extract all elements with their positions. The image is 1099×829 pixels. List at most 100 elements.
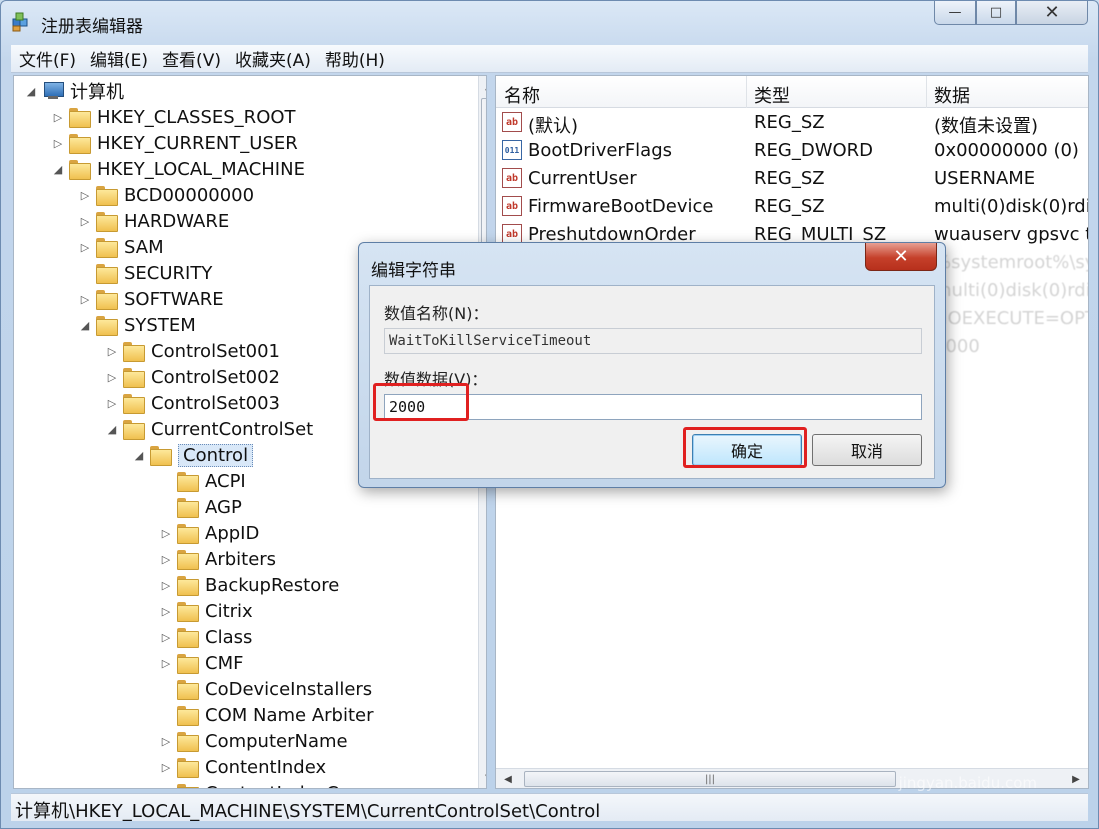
collapsed-arrow-icon[interactable]: ▷	[105, 397, 119, 410]
tree-node[interactable]: ▷ AppID	[159, 520, 259, 546]
list-item[interactable]: ab CurrentUser REG_SZ USERNAME	[496, 164, 1088, 192]
value-data: USERNAME	[934, 168, 1036, 189]
folder-icon	[96, 212, 118, 232]
computer-icon	[42, 82, 64, 100]
dialog-close-button[interactable]: ✕	[865, 243, 937, 271]
value-data: multi(0)disk(0)rdis	[934, 280, 1089, 301]
tree-node[interactable]: ▷ SOFTWARE	[78, 286, 224, 312]
tree-node[interactable]: ▷ ControlSet001	[105, 338, 280, 364]
folder-icon	[177, 524, 199, 544]
tree-node[interactable]: ▷ BackupRestore	[159, 572, 339, 598]
tree-node[interactable]: ▷ Class	[159, 624, 252, 650]
tree-node-label: COM Name Arbiter	[205, 704, 374, 726]
tree-node[interactable]: ◢ 计算机	[24, 78, 124, 104]
collapsed-arrow-icon[interactable]: ▷	[78, 293, 92, 306]
menu-edit[interactable]: 编辑(E)	[90, 46, 148, 71]
tree-node[interactable]: CoDeviceInstallers	[159, 676, 372, 702]
tree-node-label: ControlSet002	[151, 366, 280, 388]
expanded-arrow-icon[interactable]: ◢	[51, 163, 65, 176]
tree-node[interactable]: ▷ CMF	[159, 650, 243, 676]
menu-file[interactable]: 文件(F)	[19, 46, 76, 71]
tree-node[interactable]: SECURITY	[78, 260, 212, 286]
collapsed-arrow-icon[interactable]: ▷	[159, 761, 173, 774]
tree-node[interactable]: ◢ HKEY_LOCAL_MACHINE	[51, 156, 305, 182]
list-item[interactable]: ab (默认) REG_SZ (数值未设置)	[496, 108, 1088, 137]
collapsed-arrow-icon[interactable]: ▷	[159, 553, 173, 566]
list-item[interactable]: 011 BootDriverFlags REG_DWORD 0x00000000 (0…	[496, 136, 1088, 164]
tree-node[interactable]: ◢ Control	[132, 442, 254, 468]
folder-icon	[177, 706, 199, 726]
column-data[interactable]: 数据	[934, 82, 970, 108]
tree-node[interactable]: ◢ CurrentControlSet	[105, 416, 313, 442]
watermark-logo: Bai 经验	[853, 723, 1041, 774]
expanded-arrow-icon[interactable]: ◢	[78, 319, 92, 332]
value-data: NOEXECUTE=OPT	[934, 308, 1089, 329]
value-name: CurrentUser	[528, 168, 637, 189]
expanded-arrow-icon[interactable]: ◢	[24, 85, 38, 98]
expanded-arrow-icon[interactable]: ◢	[105, 423, 119, 436]
collapsed-arrow-icon[interactable]: ▷	[51, 111, 65, 124]
menu-favorites[interactable]: 收藏夹(A)	[235, 46, 311, 71]
tree-node[interactable]: ▷ ControlSet002	[105, 364, 280, 390]
collapsed-arrow-icon[interactable]: ▷	[159, 527, 173, 540]
column-type[interactable]: 类型	[754, 82, 790, 108]
tree-node[interactable]: ▷ HARDWARE	[78, 208, 229, 234]
tree-node[interactable]: ▷ Citrix	[159, 598, 253, 624]
tree-node-label: AGP	[205, 496, 242, 518]
value-name-field: WaitToKillServiceTimeout	[384, 328, 922, 354]
tree-node-label: ComputerName	[205, 730, 348, 752]
expanded-arrow-icon[interactable]: ◢	[132, 449, 146, 462]
collapsed-arrow-icon[interactable]: ▷	[159, 605, 173, 618]
folder-icon	[96, 316, 118, 336]
minimize-button[interactable]: —	[934, 1, 976, 25]
tree-node[interactable]: ▷ ComputerName	[159, 728, 348, 754]
maximize-button[interactable]: □	[976, 1, 1016, 25]
collapsed-arrow-icon[interactable]: ▷	[159, 631, 173, 644]
collapsed-arrow-icon[interactable]: ▷	[78, 189, 92, 202]
folder-icon	[177, 472, 199, 492]
column-name[interactable]: 名称	[504, 82, 540, 108]
tree-node[interactable]: ACPI	[159, 468, 246, 494]
tree-node-label: ACPI	[205, 470, 246, 492]
tree-node[interactable]: COM Name Arbiter	[159, 702, 374, 728]
tree-node[interactable]: ◢ SYSTEM	[78, 312, 196, 338]
collapsed-arrow-icon[interactable]: ▷	[159, 579, 173, 592]
collapsed-arrow-icon[interactable]: ▷	[51, 137, 65, 150]
tree-node-label: CurrentControlSet	[151, 418, 314, 440]
folder-icon	[177, 576, 199, 596]
tree-node[interactable]: ▷ Arbiters	[159, 546, 276, 572]
tree-node-label: SECURITY	[124, 262, 213, 284]
tree-node[interactable]: ▷ BCD00000000	[78, 182, 254, 208]
tree-node[interactable]: ▷ HKEY_CURRENT_USER	[51, 130, 298, 156]
tree-node-label: SYSTEM	[124, 314, 196, 336]
scroll-right-arrow-icon[interactable]: ▶	[1066, 769, 1086, 788]
tree-node-label: CoDeviceInstallers	[205, 678, 373, 700]
tree-node-label: BackupRestore	[205, 574, 340, 596]
scroll-left-arrow-icon[interactable]: ◀	[498, 769, 518, 788]
list-item[interactable]: ab FirmwareBootDevice REG_SZ multi(0)disk(0…	[496, 192, 1088, 220]
collapsed-arrow-icon[interactable]: ▷	[105, 345, 119, 358]
tree-node[interactable]: AGP	[159, 494, 242, 520]
tree-node[interactable]: ContentIndexC	[159, 780, 339, 789]
collapsed-arrow-icon[interactable]: ▷	[159, 657, 173, 670]
collapsed-arrow-icon[interactable]: ▷	[78, 241, 92, 254]
list-scroll-thumb[interactable]: |||	[524, 771, 896, 787]
close-button[interactable]: ✕	[1016, 1, 1088, 25]
tree-node[interactable]: ▷ SAM	[78, 234, 164, 260]
scroll-up-arrow-icon[interactable]: ▲	[479, 76, 486, 96]
tree-node[interactable]: ▷ ContentIndex	[159, 754, 326, 780]
tree-node-label: CMF	[205, 652, 244, 674]
tree-node-label: ContentIndexC	[205, 783, 339, 789]
collapsed-arrow-icon[interactable]: ▷	[159, 735, 173, 748]
menu-view[interactable]: 查看(V)	[162, 46, 221, 71]
title-bar[interactable]: 注册表编辑器 — □ ✕	[1, 1, 1098, 43]
tree-node[interactable]: ▷ HKEY_CLASSES_ROOT	[51, 104, 296, 130]
collapsed-arrow-icon[interactable]: ▷	[105, 371, 119, 384]
tree-node[interactable]: ▷ ControlSet003	[105, 390, 280, 416]
cancel-button[interactable]: 取消	[812, 434, 922, 466]
scroll-down-arrow-icon[interactable]: ▼	[479, 768, 486, 788]
folder-icon	[123, 394, 145, 414]
menu-help[interactable]: 帮助(H)	[325, 46, 385, 71]
collapsed-arrow-icon[interactable]: ▷	[78, 215, 92, 228]
folder-icon	[177, 654, 199, 674]
